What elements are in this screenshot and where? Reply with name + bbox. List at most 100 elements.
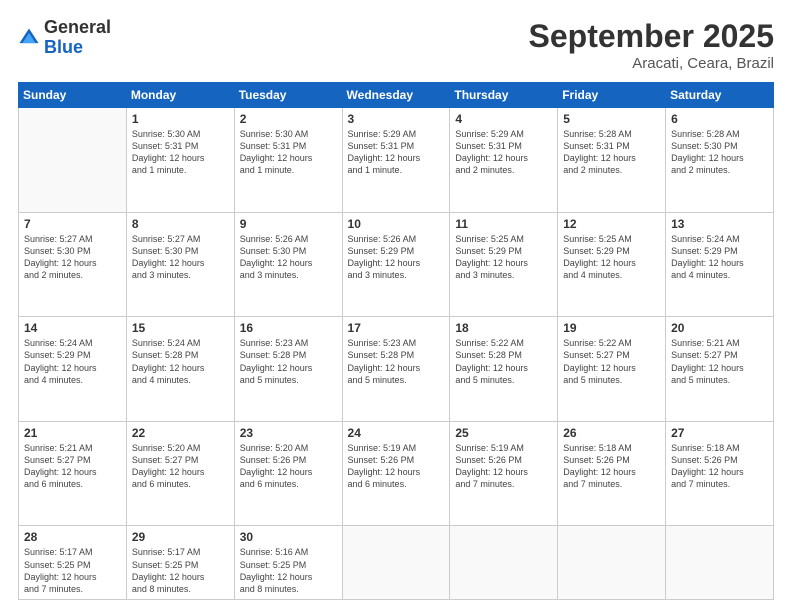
calendar-cell: 21Sunrise: 5:21 AM Sunset: 5:27 PM Dayli… bbox=[19, 421, 127, 526]
day-info: Sunrise: 5:26 AM Sunset: 5:30 PM Dayligh… bbox=[240, 233, 337, 282]
day-number: 12 bbox=[563, 217, 660, 231]
calendar-cell: 30 Sunrise: 5:16 AM Sunset: 5:25 PM Dayli… bbox=[234, 526, 342, 600]
logo: General Blue bbox=[18, 18, 111, 58]
day-number: 11 bbox=[455, 217, 552, 231]
day-number: 16 bbox=[240, 321, 337, 335]
day-info: Sunrise: 5:19 AM Sunset: 5:26 PM Dayligh… bbox=[455, 442, 552, 491]
calendar-cell: 13 Sunrise: 5:24 AM Sunset: 5:29 PM Dayli… bbox=[666, 212, 774, 317]
calendar-cell: 6Sunrise: 5:28 AM Sunset: 5:30 PM Daylig… bbox=[666, 108, 774, 213]
day-number: 20 bbox=[671, 321, 768, 335]
day-info: Sunrise: 5:17 AM Sunset: 5:25 PM Dayligh… bbox=[24, 546, 121, 595]
calendar-cell bbox=[666, 526, 774, 600]
day-info: Sunrise: 5:30 AM Sunset: 5:31 PM Dayligh… bbox=[240, 128, 337, 177]
calendar-week-3: 14 Sunrise: 5:24 AM Sunset: 5:29 PM Dayli… bbox=[19, 317, 774, 422]
day-number: 17 bbox=[348, 321, 445, 335]
calendar-week-5: 28 Sunrise: 5:17 AM Sunset: 5:25 PM Dayli… bbox=[19, 526, 774, 600]
calendar-cell: 1 Sunrise: 5:30 AM Sunset: 5:31 PM Daylig… bbox=[126, 108, 234, 213]
day-info: Sunrise: 5:20 AM Sunset: 5:27 PM Dayligh… bbox=[132, 442, 229, 491]
calendar-week-4: 21Sunrise: 5:21 AM Sunset: 5:27 PM Dayli… bbox=[19, 421, 774, 526]
weekday-header-thursday: Thursday bbox=[450, 83, 558, 108]
weekday-header-sunday: Sunday bbox=[19, 83, 127, 108]
day-info: Sunrise: 5:16 AM Sunset: 5:25 PM Dayligh… bbox=[240, 546, 337, 595]
day-info: Sunrise: 5:29 AM Sunset: 5:31 PM Dayligh… bbox=[455, 128, 552, 177]
calendar-cell: 29 Sunrise: 5:17 AM Sunset: 5:25 PM Dayli… bbox=[126, 526, 234, 600]
calendar-cell: 2 Sunrise: 5:30 AM Sunset: 5:31 PM Daylig… bbox=[234, 108, 342, 213]
day-number: 29 bbox=[132, 530, 229, 544]
day-number: 24 bbox=[348, 426, 445, 440]
day-info: Sunrise: 5:24 AM Sunset: 5:29 PM Dayligh… bbox=[24, 337, 121, 386]
day-info: Sunrise: 5:19 AM Sunset: 5:26 PM Dayligh… bbox=[348, 442, 445, 491]
logo-blue: Blue bbox=[44, 38, 111, 58]
logo-general: General bbox=[44, 18, 111, 38]
location: Aracati, Ceara, Brazil bbox=[529, 55, 774, 72]
calendar-cell: 3Sunrise: 5:29 AM Sunset: 5:31 PM Daylig… bbox=[342, 108, 450, 213]
calendar-cell: 28 Sunrise: 5:17 AM Sunset: 5:25 PM Dayli… bbox=[19, 526, 127, 600]
calendar-cell: 4 Sunrise: 5:29 AM Sunset: 5:31 PM Daylig… bbox=[450, 108, 558, 213]
day-number: 15 bbox=[132, 321, 229, 335]
calendar-cell bbox=[342, 526, 450, 600]
day-info: Sunrise: 5:24 AM Sunset: 5:29 PM Dayligh… bbox=[671, 233, 768, 282]
day-info: Sunrise: 5:26 AM Sunset: 5:29 PM Dayligh… bbox=[348, 233, 445, 282]
calendar-cell: 15 Sunrise: 5:24 AM Sunset: 5:28 PM Dayli… bbox=[126, 317, 234, 422]
logo-icon bbox=[18, 27, 40, 49]
calendar-cell: 26Sunrise: 5:18 AM Sunset: 5:26 PM Dayli… bbox=[558, 421, 666, 526]
title-block: September 2025 Aracati, Ceara, Brazil bbox=[529, 18, 774, 72]
day-info: Sunrise: 5:22 AM Sunset: 5:27 PM Dayligh… bbox=[563, 337, 660, 386]
day-number: 28 bbox=[24, 530, 121, 544]
calendar-cell: 16 Sunrise: 5:23 AM Sunset: 5:28 PM Dayli… bbox=[234, 317, 342, 422]
day-number: 27 bbox=[671, 426, 768, 440]
day-number: 6 bbox=[671, 112, 768, 126]
calendar-cell: 23 Sunrise: 5:20 AM Sunset: 5:26 PM Dayli… bbox=[234, 421, 342, 526]
weekday-header-saturday: Saturday bbox=[666, 83, 774, 108]
day-number: 1 bbox=[132, 112, 229, 126]
calendar-cell bbox=[19, 108, 127, 213]
calendar-cell: 12Sunrise: 5:25 AM Sunset: 5:29 PM Dayli… bbox=[558, 212, 666, 317]
day-number: 18 bbox=[455, 321, 552, 335]
calendar-cell bbox=[450, 526, 558, 600]
day-number: 13 bbox=[671, 217, 768, 231]
calendar-table: SundayMondayTuesdayWednesdayThursdayFrid… bbox=[18, 82, 774, 600]
day-info: Sunrise: 5:17 AM Sunset: 5:25 PM Dayligh… bbox=[132, 546, 229, 595]
day-info: Sunrise: 5:21 AM Sunset: 5:27 PM Dayligh… bbox=[671, 337, 768, 386]
calendar-week-1: 1 Sunrise: 5:30 AM Sunset: 5:31 PM Daylig… bbox=[19, 108, 774, 213]
day-number: 23 bbox=[240, 426, 337, 440]
day-number: 2 bbox=[240, 112, 337, 126]
day-info: Sunrise: 5:20 AM Sunset: 5:26 PM Dayligh… bbox=[240, 442, 337, 491]
header: General Blue September 2025 Aracati, Cea… bbox=[18, 18, 774, 72]
day-info: Sunrise: 5:27 AM Sunset: 5:30 PM Dayligh… bbox=[132, 233, 229, 282]
calendar-cell: 27 Sunrise: 5:18 AM Sunset: 5:26 PM Dayli… bbox=[666, 421, 774, 526]
day-info: Sunrise: 5:23 AM Sunset: 5:28 PM Dayligh… bbox=[240, 337, 337, 386]
day-info: Sunrise: 5:28 AM Sunset: 5:31 PM Dayligh… bbox=[563, 128, 660, 177]
day-number: 10 bbox=[348, 217, 445, 231]
weekday-header-monday: Monday bbox=[126, 83, 234, 108]
page: General Blue September 2025 Aracati, Cea… bbox=[0, 0, 792, 612]
calendar-cell: 24 Sunrise: 5:19 AM Sunset: 5:26 PM Dayli… bbox=[342, 421, 450, 526]
calendar-cell: 18 Sunrise: 5:22 AM Sunset: 5:28 PM Dayli… bbox=[450, 317, 558, 422]
day-info: Sunrise: 5:24 AM Sunset: 5:28 PM Dayligh… bbox=[132, 337, 229, 386]
day-number: 30 bbox=[240, 530, 337, 544]
calendar-week-2: 7 Sunrise: 5:27 AM Sunset: 5:30 PM Daylig… bbox=[19, 212, 774, 317]
weekday-header-friday: Friday bbox=[558, 83, 666, 108]
calendar-cell: 11Sunrise: 5:25 AM Sunset: 5:29 PM Dayli… bbox=[450, 212, 558, 317]
day-number: 4 bbox=[455, 112, 552, 126]
calendar-cell: 5 Sunrise: 5:28 AM Sunset: 5:31 PM Daylig… bbox=[558, 108, 666, 213]
day-number: 5 bbox=[563, 112, 660, 126]
day-number: 22 bbox=[132, 426, 229, 440]
calendar-cell: 9Sunrise: 5:26 AM Sunset: 5:30 PM Daylig… bbox=[234, 212, 342, 317]
day-number: 14 bbox=[24, 321, 121, 335]
day-info: Sunrise: 5:22 AM Sunset: 5:28 PM Dayligh… bbox=[455, 337, 552, 386]
calendar-cell: 25 Sunrise: 5:19 AM Sunset: 5:26 PM Dayli… bbox=[450, 421, 558, 526]
day-info: Sunrise: 5:21 AM Sunset: 5:27 PM Dayligh… bbox=[24, 442, 121, 491]
day-number: 8 bbox=[132, 217, 229, 231]
day-info: Sunrise: 5:18 AM Sunset: 5:26 PM Dayligh… bbox=[671, 442, 768, 491]
calendar-cell: 8 Sunrise: 5:27 AM Sunset: 5:30 PM Daylig… bbox=[126, 212, 234, 317]
day-number: 7 bbox=[24, 217, 121, 231]
day-info: Sunrise: 5:30 AM Sunset: 5:31 PM Dayligh… bbox=[132, 128, 229, 177]
weekday-header-row: SundayMondayTuesdayWednesdayThursdayFrid… bbox=[19, 83, 774, 108]
calendar-cell: 7Sunrise: 5:27 AM Sunset: 5:30 PM Daylig… bbox=[19, 212, 127, 317]
day-info: Sunrise: 5:29 AM Sunset: 5:31 PM Dayligh… bbox=[348, 128, 445, 177]
calendar-cell: 17 Sunrise: 5:23 AM Sunset: 5:28 PM Dayli… bbox=[342, 317, 450, 422]
day-number: 19 bbox=[563, 321, 660, 335]
day-info: Sunrise: 5:23 AM Sunset: 5:28 PM Dayligh… bbox=[348, 337, 445, 386]
day-number: 25 bbox=[455, 426, 552, 440]
